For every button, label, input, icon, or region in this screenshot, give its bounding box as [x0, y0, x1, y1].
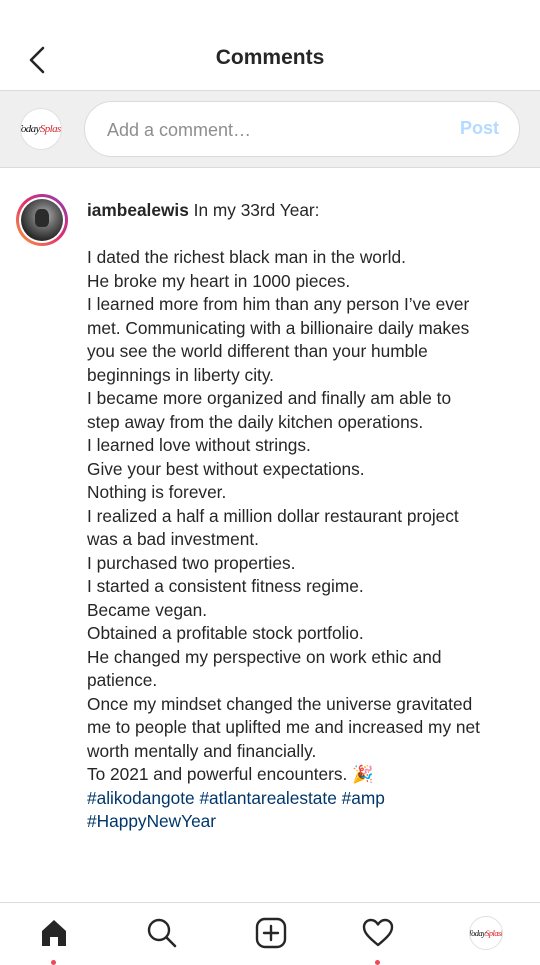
caption-line: patience.: [87, 670, 158, 690]
caption-line: was a bad investment.: [87, 529, 259, 549]
todaysplash-logo: TodaySplash: [20, 123, 61, 135]
caption-line: I learned love without strings.: [87, 435, 311, 455]
hashtag-link[interactable]: #alikodangote: [87, 788, 195, 808]
caption-line: To 2021 and powerful encounters. 🎉: [87, 764, 374, 784]
caption-body: I dated the richest black man in the wor…: [87, 246, 517, 787]
post-caption: iambealewis In my 33rd Year: I dated the…: [87, 199, 517, 834]
search-icon: [147, 918, 177, 948]
header: Comments: [0, 0, 540, 90]
notification-dot: [51, 960, 56, 965]
hashtag-link[interactable]: #amp: [342, 788, 385, 808]
post-author-avatar[interactable]: [16, 194, 68, 246]
nav-search[interactable]: [142, 913, 182, 953]
caption-line: Became vegan.: [87, 599, 208, 620]
caption-line: I became more organized and finally am a…: [87, 388, 452, 408]
profile-avatar: TodaySplash: [469, 916, 503, 950]
comment-input[interactable]: [105, 102, 439, 158]
nav-activity[interactable]: [358, 913, 398, 965]
caption-line: you see the world different than your hu…: [87, 341, 428, 361]
bottom-navigation: TodaySplash: [0, 902, 540, 965]
caption-line: I learned more from him than any person …: [87, 294, 470, 314]
caption-line: Obtained a profitable stock portfolio.: [87, 623, 364, 643]
hashtag-link[interactable]: #atlantarealestate: [199, 788, 336, 808]
caption-header: iambealewis In my 33rd Year:: [87, 199, 517, 223]
caption-line: step away from the daily kitchen operati…: [87, 411, 424, 432]
caption-line: He broke my heart in 1000 pieces.: [87, 270, 351, 291]
caption-line: I purchased two properties.: [87, 552, 296, 573]
caption-line: I dated the richest black man in the wor…: [87, 247, 406, 267]
new-post-icon: [255, 917, 287, 949]
avatar-photo: [21, 199, 63, 241]
comment-input-container: Post: [84, 101, 520, 158]
hashtags: #alikodangote #atlantarealestate #amp #H…: [87, 787, 517, 834]
nav-new-post[interactable]: [251, 913, 291, 953]
caption-line: I realized a half a million dollar resta…: [87, 505, 459, 526]
post-username[interactable]: iambealewis: [87, 200, 189, 220]
notification-dot: [375, 960, 380, 965]
caption-line: Once my mindset changed the universe gra…: [87, 693, 473, 714]
caption-intro: In my 33rd Year:: [193, 200, 320, 220]
caption-line: He changed my perspective on work ethic …: [87, 646, 442, 667]
caption-line: I started a consistent fitness regime.: [87, 576, 364, 596]
current-user-avatar: TodaySplash: [20, 108, 62, 150]
caption-line: worth mentally and financially.: [87, 740, 317, 761]
page-title: Comments: [215, 46, 325, 69]
nav-home[interactable]: [34, 913, 74, 965]
todaysplash-logo: TodaySplash: [469, 928, 503, 938]
caption-line: Nothing is forever.: [87, 482, 227, 502]
home-icon: [42, 920, 66, 946]
hashtag-link[interactable]: #HappyNewYear: [87, 811, 216, 831]
caption-line: me to people that uplifted me and increa…: [87, 717, 480, 737]
nav-profile[interactable]: TodaySplash: [466, 913, 506, 953]
caption-line: beginnings in liberty city.: [87, 364, 274, 385]
add-comment-bar: TodaySplash Post: [0, 90, 540, 168]
post-button[interactable]: Post: [460, 118, 499, 139]
caption-line: Give your best without expectations.: [87, 458, 365, 479]
caption-line: met. Communicating with a billionaire da…: [87, 317, 470, 338]
heart-icon: [362, 918, 394, 947]
